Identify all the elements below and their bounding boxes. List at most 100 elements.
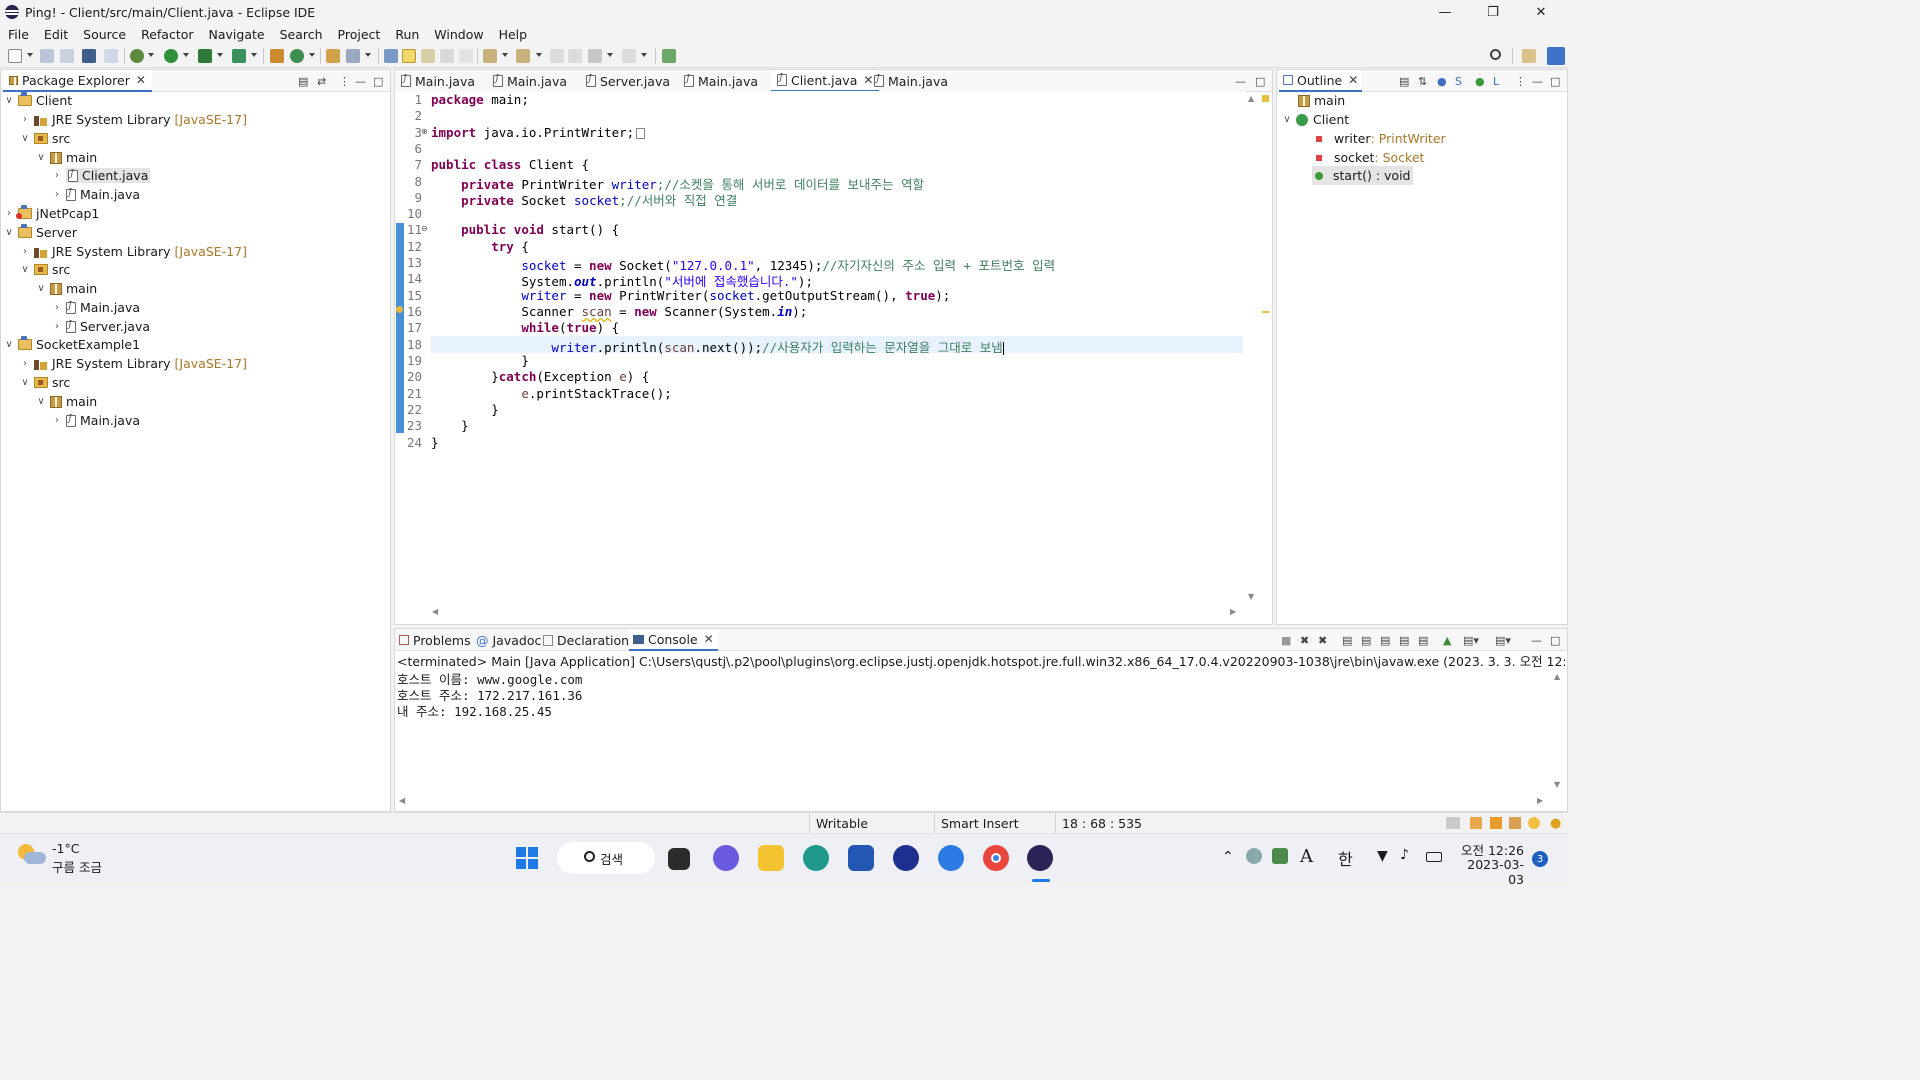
console-horizontal-scrollbar[interactable]: ◀ ▶ bbox=[397, 796, 1547, 808]
chevron-down-icon[interactable]: ∨ bbox=[36, 152, 46, 163]
debug-dropdown-icon[interactable] bbox=[148, 53, 154, 57]
tab-package-explorer[interactable]: Package Explorer ✕ bbox=[3, 70, 152, 92]
maximize-view-icon[interactable]: □ bbox=[373, 75, 383, 88]
chevron-right-icon[interactable]: › bbox=[20, 358, 30, 369]
view-menu-icon[interactable]: ⋮ bbox=[1515, 75, 1526, 88]
external-tools-icon[interactable] bbox=[232, 49, 246, 63]
new-icon[interactable] bbox=[8, 49, 22, 63]
bing-icon[interactable] bbox=[938, 845, 964, 871]
collapse-all-icon[interactable]: ▤ bbox=[1399, 75, 1409, 88]
console-vertical-scrollbar[interactable]: ▲ ▼ bbox=[1552, 670, 1564, 792]
tree-item-jre-library[interactable]: › JRE System Library [JavaSE-17] bbox=[20, 242, 247, 261]
chevron-right-icon[interactable]: › bbox=[52, 170, 62, 181]
chevron-down-icon[interactable]: ∨ bbox=[20, 377, 30, 388]
tree-item-server-project[interactable]: ∨ Server bbox=[4, 223, 77, 242]
tree-item-package-main[interactable]: ∨ main bbox=[36, 279, 97, 298]
outline-item-class[interactable]: ∨ Client bbox=[1282, 110, 1349, 129]
close-icon[interactable]: ✕ bbox=[1348, 73, 1358, 87]
toggle-mark-occurrences-icon[interactable] bbox=[384, 49, 398, 63]
scroll-right-icon[interactable]: ▶ bbox=[1230, 607, 1236, 616]
menu-navigate[interactable]: Navigate bbox=[201, 27, 272, 42]
highlight-icon[interactable] bbox=[402, 49, 416, 63]
chevron-right-icon[interactable]: › bbox=[52, 415, 62, 426]
chevron-right-icon[interactable]: › bbox=[4, 208, 14, 219]
search-toolbar-icon[interactable] bbox=[346, 49, 360, 63]
view-menu-icon[interactable]: ⋮ bbox=[339, 75, 350, 88]
edit-icon[interactable] bbox=[1509, 817, 1521, 829]
overview-warning-icon[interactable] bbox=[1262, 95, 1269, 102]
chevron-right-icon[interactable]: › bbox=[20, 114, 30, 125]
open-type-icon[interactable] bbox=[326, 49, 340, 63]
remove-all-launches-icon[interactable]: ✖ bbox=[1318, 634, 1327, 647]
lightbulb-icon[interactable]: ● bbox=[1550, 816, 1561, 831]
ime-indicator[interactable]: 한 bbox=[1338, 846, 1353, 870]
tab-problems[interactable]: Problems bbox=[399, 629, 471, 651]
external-tools-dropdown-icon[interactable] bbox=[251, 53, 257, 57]
menu-search[interactable]: Search bbox=[272, 27, 330, 42]
store-icon[interactable] bbox=[848, 845, 874, 871]
block-selection-icon[interactable] bbox=[421, 49, 435, 63]
scroll-up-icon[interactable]: ▲ bbox=[1554, 672, 1560, 681]
link-with-editor-icon[interactable]: ⇄ bbox=[317, 75, 326, 88]
hide-static-icon[interactable]: S bbox=[1455, 75, 1462, 88]
previous-annotation-dropdown-icon[interactable] bbox=[536, 53, 542, 57]
tree-item-main-java[interactable]: › Main.java bbox=[52, 411, 140, 430]
show-whitespace-icon[interactable] bbox=[459, 49, 473, 63]
scroll-right-icon[interactable]: ▶ bbox=[1537, 796, 1543, 805]
notification-badge[interactable]: 3 bbox=[1532, 851, 1548, 867]
pin-console-icon[interactable]: ▲ bbox=[1443, 634, 1451, 647]
collapse-all-icon[interactable]: ▤ bbox=[298, 75, 308, 88]
coverage-dropdown-icon[interactable] bbox=[217, 53, 223, 57]
new-java-project-icon[interactable] bbox=[270, 49, 284, 63]
scroll-left-icon[interactable]: ◀ bbox=[399, 796, 405, 805]
file-explorer-icon[interactable] bbox=[758, 845, 784, 871]
menu-help[interactable]: Help bbox=[491, 27, 535, 42]
clock-date[interactable]: 2023-03-03 bbox=[1456, 857, 1524, 887]
word-wrap-icon[interactable] bbox=[440, 49, 454, 63]
tree-item-jre-library[interactable]: › JRE System Library [JavaSE-17] bbox=[20, 110, 247, 129]
tree-item-server-java[interactable]: › Server.java bbox=[52, 317, 150, 336]
sync-tray-icon[interactable] bbox=[1272, 848, 1288, 864]
tab-server-java[interactable]: Server.java bbox=[586, 70, 670, 92]
minimize-view-icon[interactable]: — bbox=[1235, 75, 1246, 88]
chevron-up-icon[interactable]: ⌃ bbox=[1222, 849, 1234, 865]
hide-local-types-icon[interactable]: L bbox=[1493, 75, 1499, 88]
chrome-icon[interactable] bbox=[983, 845, 1009, 871]
tree-item-jnetpcap1-project[interactable]: › jNetPcap1 bbox=[4, 204, 99, 223]
tree-item-client-project[interactable]: ∨ Client bbox=[4, 91, 72, 110]
chevron-right-icon[interactable]: › bbox=[52, 189, 62, 200]
chevron-right-icon[interactable]: › bbox=[52, 321, 62, 332]
close-icon[interactable]: ✕ bbox=[704, 632, 714, 646]
tab-client-java[interactable]: Client.java ✕ bbox=[771, 70, 880, 92]
run-icon[interactable] bbox=[164, 49, 178, 63]
editor-horizontal-scrollbar[interactable]: ◀ ▶ bbox=[430, 607, 1245, 619]
eclipse-taskbar-icon[interactable] bbox=[1027, 845, 1053, 871]
maximize-view-icon[interactable]: □ bbox=[1550, 75, 1560, 88]
run-dropdown-icon[interactable] bbox=[183, 53, 189, 57]
outline-item-field-socket[interactable]: socket : Socket bbox=[1316, 148, 1424, 167]
chevron-right-icon[interactable]: › bbox=[52, 302, 62, 313]
close-icon[interactable]: ✕ bbox=[136, 73, 146, 87]
tab-console[interactable]: Console ✕ bbox=[629, 629, 718, 651]
chat-icon[interactable] bbox=[713, 845, 739, 871]
close-window-button[interactable]: ✕ bbox=[1518, 0, 1564, 24]
menu-edit[interactable]: Edit bbox=[36, 27, 75, 42]
new-class-icon[interactable] bbox=[290, 49, 304, 63]
tab-main-java-3[interactable]: Main.java bbox=[684, 70, 758, 92]
chevron-down-icon[interactable]: ∨ bbox=[36, 396, 46, 407]
java-perspective-icon[interactable] bbox=[1547, 47, 1565, 65]
tree-item-client-java[interactable]: › Client.java bbox=[52, 166, 151, 185]
remove-launch-icon[interactable]: ✖ bbox=[1300, 634, 1309, 647]
menu-file[interactable]: File bbox=[0, 27, 36, 42]
tree-item-src[interactable]: ∨ src bbox=[20, 260, 70, 279]
open-console-icon[interactable]: ▤▾ bbox=[1495, 634, 1511, 647]
tab-javadoc[interactable]: @ Javadoc bbox=[476, 629, 541, 651]
previous-annotation-icon[interactable] bbox=[516, 49, 530, 63]
scroll-down-icon[interactable]: ▼ bbox=[1248, 592, 1254, 601]
restore-button[interactable]: ❐ bbox=[1470, 0, 1516, 24]
font-icon[interactable]: A bbox=[1300, 846, 1313, 867]
tab-main-java-2[interactable]: Main.java bbox=[493, 70, 567, 92]
chevron-right-icon[interactable]: › bbox=[20, 246, 30, 257]
tree-item-package-main[interactable]: ∨ main bbox=[36, 148, 97, 167]
forward-history-icon[interactable] bbox=[568, 49, 582, 63]
